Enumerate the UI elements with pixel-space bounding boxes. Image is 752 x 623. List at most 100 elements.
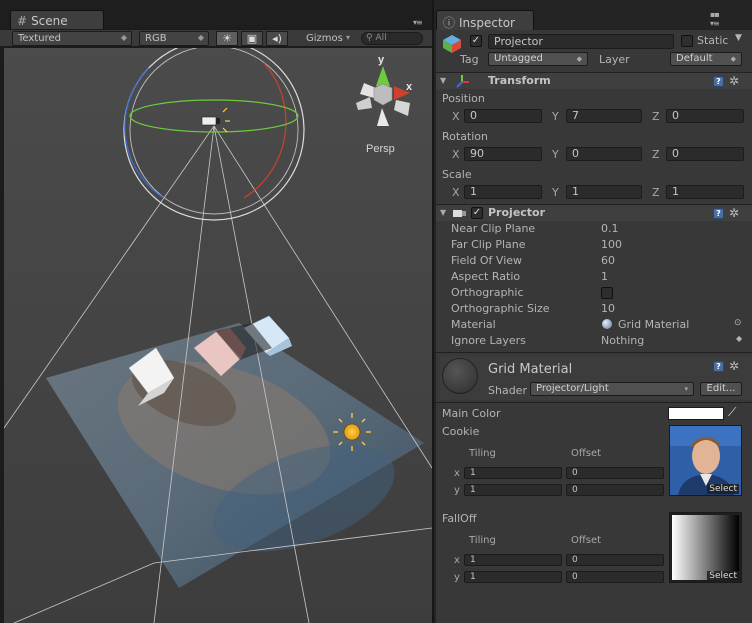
scene-tabstrip: # Scene ▾≡: [0, 0, 432, 30]
tiling-label: Tiling: [469, 535, 496, 546]
scene-canvas[interactable]: y x Persp: [4, 48, 432, 623]
edit-shader-button[interactable]: Edit...: [700, 382, 742, 396]
ignore-layers-label: Ignore Layers: [451, 334, 526, 347]
foldout-triangle-icon[interactable]: ▼: [440, 208, 446, 217]
chevron-down-icon[interactable]: ▼: [735, 33, 742, 43]
rotation-y-field[interactable]: 0: [566, 147, 642, 161]
color-mode-value: RGB: [145, 33, 167, 44]
axis-x-label: X: [452, 110, 460, 123]
position-label: Position: [442, 92, 485, 105]
chevron-icon[interactable]: ◆: [736, 334, 742, 343]
orthographic-label: Orthographic: [451, 286, 524, 299]
aspect-ratio-value[interactable]: 1: [601, 270, 608, 283]
rotation-z-field[interactable]: 0: [666, 147, 744, 161]
near-clip-value[interactable]: 0.1: [601, 222, 619, 235]
gizmo-x-label: x: [406, 81, 413, 93]
layer-value: Default: [676, 53, 713, 64]
material-label: Material: [451, 318, 496, 331]
material-name: Grid Material: [488, 362, 573, 377]
position-z-field[interactable]: 0: [666, 109, 744, 123]
static-checkbox[interactable]: [681, 35, 693, 47]
chevron-down-icon: ▾: [345, 33, 350, 42]
render-mode-dropdown[interactable]: Textured ◆: [12, 31, 132, 46]
transform-header[interactable]: ▼ Transform ? ✲: [436, 72, 752, 89]
panel-menu-icon[interactable]: ▪▪: [710, 10, 720, 19]
speaker-icon[interactable]: ◂): [266, 31, 288, 46]
active-checkbox[interactable]: ✓: [470, 35, 482, 47]
position-y-field[interactable]: 7: [566, 109, 642, 123]
image-icon[interactable]: ▣: [241, 31, 263, 46]
scene-viewport[interactable]: y x Persp: [4, 48, 432, 623]
gizmos-label: Gizmos: [306, 33, 343, 44]
tab-scene[interactable]: # Scene: [10, 10, 104, 30]
main-color-swatch[interactable]: [668, 407, 724, 420]
cookie-offset-y-field[interactable]: 0: [566, 484, 664, 496]
panel-menu-icon[interactable]: ▾≡: [413, 18, 423, 27]
material-sphere-icon: [602, 319, 612, 329]
shader-label: Shader: [488, 384, 527, 397]
gear-icon[interactable]: ✲: [729, 207, 739, 219]
cookie-tiling-y-field[interactable]: 1: [464, 484, 562, 496]
tab-scene-label: Scene: [31, 14, 68, 28]
ortho-size-value[interactable]: 10: [601, 302, 615, 315]
gear-icon[interactable]: ✲: [729, 75, 739, 87]
object-picker-icon[interactable]: ⊙: [734, 318, 742, 328]
ignore-layers-value[interactable]: Nothing: [601, 334, 644, 347]
gear-icon[interactable]: ✲: [729, 360, 739, 372]
scale-x-field[interactable]: 1: [464, 185, 542, 199]
fov-value[interactable]: 60: [601, 254, 615, 267]
rotation-x-field[interactable]: 90: [464, 147, 542, 161]
sun-icon[interactable]: ☀: [216, 31, 238, 46]
offset-label: Offset: [571, 448, 602, 459]
far-clip-value[interactable]: 100: [601, 238, 622, 251]
tag-value: Untagged: [494, 53, 543, 64]
color-mode-dropdown[interactable]: RGB ◆: [139, 31, 209, 46]
falloff-tiling-x-field[interactable]: 1: [464, 554, 562, 566]
panel-menu-icon[interactable]: ▾≡: [710, 19, 720, 28]
gizmo-y-label: y: [378, 54, 385, 66]
falloff-offset-x-field[interactable]: 0: [566, 554, 664, 566]
near-clip-label: Near Clip Plane: [451, 222, 536, 235]
scale-z-field[interactable]: 1: [666, 185, 744, 199]
foldout-triangle-icon[interactable]: ▼: [440, 76, 446, 85]
material-value[interactable]: Grid Material: [618, 318, 689, 331]
select-texture-button[interactable]: Select: [707, 484, 739, 494]
falloff-offset-y-field[interactable]: 0: [566, 571, 664, 583]
object-name-field[interactable]: Projector: [488, 34, 674, 49]
projector-title: Projector: [488, 206, 546, 219]
axis-x-label: X: [452, 148, 460, 161]
projection-label[interactable]: Persp: [366, 143, 395, 155]
tag-dropdown[interactable]: Untagged ◆: [488, 52, 588, 66]
scene-search-input[interactable]: ⚲ All: [361, 32, 423, 45]
layer-dropdown[interactable]: Default ◆: [670, 52, 742, 66]
offset-label: Offset: [571, 535, 602, 546]
select-texture-button[interactable]: Select: [707, 571, 739, 581]
tab-inspector[interactable]: ⓘ Inspector: [436, 10, 534, 30]
scale-y-field[interactable]: 1: [566, 185, 642, 199]
orthographic-checkbox[interactable]: [601, 287, 613, 299]
shader-dropdown[interactable]: Projector/Light ▾: [530, 382, 694, 396]
chevron-icon: ◆: [730, 55, 736, 63]
projector-header[interactable]: ▼ ✓ Projector ? ✲: [436, 204, 752, 221]
cookie-texture-slot[interactable]: Select: [669, 425, 742, 496]
transform-title: Transform: [488, 74, 551, 87]
chevron-icon: ◆: [576, 55, 582, 63]
aspect-ratio-label: Aspect Ratio: [451, 270, 521, 283]
help-icon[interactable]: ?: [713, 208, 724, 219]
help-icon[interactable]: ?: [713, 361, 724, 372]
gizmos-dropdown[interactable]: Gizmos ▾: [300, 31, 355, 46]
falloff-tiling-y-field[interactable]: 1: [464, 571, 562, 583]
search-icon: ⚲: [366, 33, 373, 43]
chevron-icon: ◆: [197, 33, 204, 42]
cookie-tiling-x-field[interactable]: 1: [464, 467, 562, 479]
projector-enabled-checkbox[interactable]: ✓: [471, 207, 483, 219]
scale-label: Scale: [442, 168, 472, 181]
falloff-texture-slot[interactable]: Select: [669, 512, 742, 583]
rotation-label: Rotation: [442, 130, 489, 143]
eyedropper-icon[interactable]: ⟋: [728, 405, 736, 420]
transform-icon: [456, 74, 470, 91]
cookie-offset-x-field[interactable]: 0: [566, 467, 664, 479]
tag-label: Tag: [460, 53, 479, 66]
position-x-field[interactable]: 0: [464, 109, 542, 123]
help-icon[interactable]: ?: [713, 76, 724, 87]
